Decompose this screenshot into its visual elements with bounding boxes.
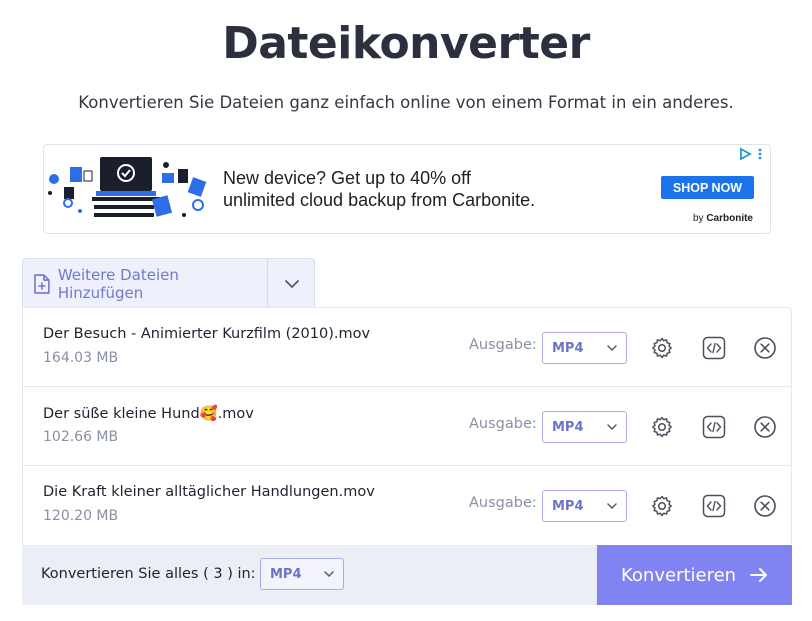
convert-all-bar: Konvertieren Sie alles ( 3 ) in: MP4 Kon… <box>22 545 792 605</box>
page-title: Dateikonverter <box>222 18 590 69</box>
file-name: Der süße kleine Hund🥰.mov <box>43 406 254 422</box>
output-format-value: MP4 <box>552 419 584 435</box>
chevron-down-icon <box>607 503 617 510</box>
settings-button[interactable] <box>649 414 675 440</box>
file-row: Der Besuch - Animierter Kurzfilm (2010).… <box>23 308 791 387</box>
file-size: 164.03 MB <box>43 350 119 366</box>
chevron-down-icon <box>607 424 617 431</box>
page-subtitle: Konvertieren Sie Dateien ganz einfach on… <box>78 93 734 112</box>
cloud-backup-illustration <box>48 157 207 217</box>
gear-icon <box>652 416 672 438</box>
gear-icon <box>652 337 672 359</box>
convert-all-label: Konvertieren Sie alles ( 3 ) in: <box>41 566 256 582</box>
code-icon <box>702 415 726 439</box>
settings-button[interactable] <box>649 493 675 519</box>
chevron-down-icon <box>607 345 617 352</box>
close-icon <box>754 495 776 517</box>
file-name: Der Besuch - Animierter Kurzfilm (2010).… <box>43 326 371 342</box>
output-format-value: MP4 <box>552 340 584 356</box>
convert-all-format-select[interactable]: MP4 <box>260 558 344 590</box>
file-list: Der Besuch - Animierter Kurzfilm (2010).… <box>22 307 792 545</box>
convert-button-label: Konvertieren <box>621 564 737 586</box>
ad-choices-icon[interactable] <box>738 147 766 161</box>
output-format-select[interactable]: MP4 <box>542 490 627 522</box>
ad-brand: Carbonite <box>706 213 753 224</box>
output-format-select[interactable]: MP4 <box>542 411 627 443</box>
output-format-value: MP4 <box>552 498 584 514</box>
embed-code-button[interactable] <box>701 335 727 361</box>
ad-by-prefix: by <box>692 213 704 224</box>
close-icon <box>754 337 776 359</box>
gear-icon <box>652 495 672 517</box>
remove-file-button[interactable] <box>752 335 778 361</box>
add-files-control: Weitere Dateien Hinzufügen <box>22 258 315 308</box>
code-icon <box>702 336 726 360</box>
embed-code-button[interactable] <box>701 414 727 440</box>
embed-code-button[interactable] <box>701 493 727 519</box>
file-size: 102.66 MB <box>43 429 119 445</box>
remove-file-button[interactable] <box>752 493 778 519</box>
convert-all-format-value: MP4 <box>270 566 302 582</box>
add-file-icon <box>34 273 50 294</box>
file-size: 120.20 MB <box>43 508 119 524</box>
file-name: Die Kraft kleiner alltäglicher Handlunge… <box>43 484 375 500</box>
ad-banner[interactable]: New device? Get up to 40% off unlimited … <box>43 144 771 234</box>
settings-button[interactable] <box>649 335 675 361</box>
add-files-dropdown-toggle[interactable] <box>267 259 315 308</box>
convert-button[interactable]: Konvertieren <box>597 545 792 605</box>
output-label: Ausgabe: <box>469 495 537 511</box>
ad-shop-now-button[interactable]: SHOP NOW <box>661 176 754 199</box>
ad-line-2: unlimited cloud backup from Carbonite. <box>223 190 536 210</box>
arrow-right-icon <box>750 568 768 582</box>
close-icon <box>754 416 776 438</box>
output-label: Ausgabe: <box>469 416 537 432</box>
ad-copy[interactable]: New device? Get up to 40% off unlimited … <box>223 167 535 211</box>
add-more-files-label: Weitere Dateien Hinzufügen <box>57 265 179 302</box>
output-format-select[interactable]: MP4 <box>542 332 627 364</box>
code-icon <box>702 494 726 518</box>
output-label: Ausgabe: <box>469 337 537 353</box>
ad-attribution: by Carbonite <box>693 213 753 224</box>
chevron-down-icon <box>284 279 299 288</box>
add-more-files-button[interactable]: Weitere Dateien Hinzufügen <box>23 259 267 308</box>
ad-line-1: New device? Get up to 40% off <box>223 168 471 188</box>
remove-file-button[interactable] <box>752 414 778 440</box>
file-row: Die Kraft kleiner alltäglicher Handlunge… <box>23 466 791 545</box>
file-row: Der süße kleine Hund🥰.mov 102.66 MB Ausg… <box>23 387 791 466</box>
chevron-down-icon <box>324 571 334 578</box>
